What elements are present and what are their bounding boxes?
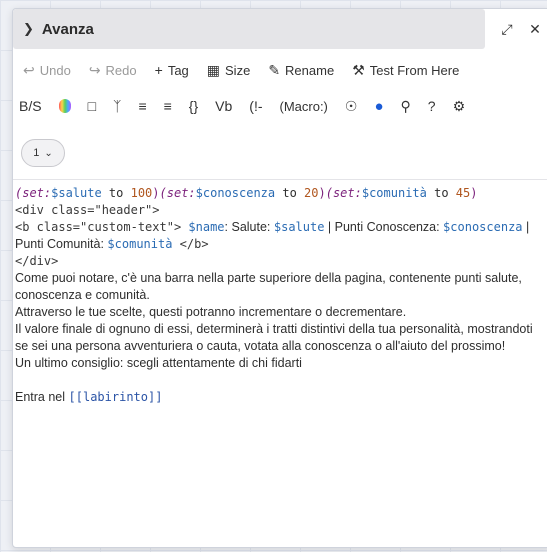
undo-label: Undo [39,62,71,78]
add-tag-button[interactable]: + Tag [155,62,189,78]
level-value: 1 [33,147,40,159]
macro-set: (set: [159,186,196,200]
var-comunita: $comunità [107,237,173,251]
strike-button[interactable]: B/S [19,98,42,114]
enter-prefix: Entra nel [15,390,69,404]
b-open-tag: <b class="custom-text"> [15,220,182,234]
tag-label: Tag [167,62,189,78]
var-conoscenza: $conoscenza [195,186,276,200]
b-close-tag: </b> [172,237,209,251]
tool-icon: ⚒ [352,61,365,78]
rainbow-icon [58,99,71,113]
passage-toolbar: ↩ Undo ↪ Redo + Tag ▦ Size ✎ Rename ⚒ Test Fro… [23,59,477,81]
paragraph-2: Attraverso le tue scelte, questi potrann… [15,305,407,319]
gear-icon[interactable]: ⚙ [453,98,466,115]
macro-set: (set: [15,186,52,200]
paren-close: ) [470,186,478,200]
comunita-label: Punti Comunità: [15,237,108,251]
var-conoscenza: $conoscenza [443,220,523,234]
conoscenza-label: | Punti Conoscenza: [324,220,444,234]
colour-button[interactable] [58,99,71,113]
var-salute: $salute [51,186,102,200]
num-45: 45 [455,186,471,200]
close-icon[interactable]: ✕ [521,21,547,38]
code-line-div-close: </div> [15,254,59,268]
test-label: Test From Here [369,62,460,78]
macro-button[interactable]: (Macro:) [280,99,328,114]
num-100: 100 [130,186,153,200]
passage-text-editor[interactable]: (set:$salute to 100)(set:$conoscenza to … [15,185,545,406]
eye-icon[interactable]: ☉ [345,98,358,115]
brackets-button[interactable]: {} [189,98,198,114]
salute-label: : Salute: [224,220,274,234]
comment-button[interactable]: (!- [249,98,262,114]
var-comunita: $comunità [361,186,427,200]
rename-label: Rename [285,62,335,78]
variable-button[interactable]: Vb [215,98,232,114]
code-line-set: (set:$salute to 100)(set:$conoscenza to … [15,185,545,202]
code-line-bold: <b class="custom-text"> $name: Salute: $… [15,219,545,236]
chevron-down-icon[interactable]: ❯ [23,21,34,37]
harlowe-toolbar: B/S □ ᛉ ≡ ≡ {} Vb (!- (Macro:) ☉ ● ⚲ ? ⚙ [19,95,482,117]
passage-title: Avanza [41,20,94,38]
macro-set: (set: [325,186,362,200]
paragraph-4: Un ultimo consiglio: scegli attentamente… [15,356,302,370]
paragraph-1: Come puoi notare, c'è una barra nella pa… [15,271,522,302]
dialog-titlebar[interactable]: ❯ Avanza [13,9,485,49]
passage-edit-dialog: ❯ Avanza ⤢ ✕ ↩ Undo ↪ Redo + Tag ▦ Size ✎ Ren… [12,8,547,548]
redo-button[interactable]: ↪ Redo [89,62,137,79]
var-salute: $salute [273,220,325,234]
chevron-down-icon: ⌄ [44,147,53,159]
passage-link-labirinto[interactable]: [[labirinto]] [69,390,163,404]
rename-icon: ✎ [268,61,281,78]
plus-icon: + [154,62,163,78]
kw-to: to [101,186,131,200]
undo-button[interactable]: ↩ Undo [23,62,71,79]
code-line-bold-cont: Punti Comunità: $comunità </b> [15,236,545,253]
redo-icon: ↪ [88,61,101,78]
help-button[interactable]: ? [428,98,436,114]
rename-button[interactable]: ✎ Rename [268,62,334,79]
border-button[interactable]: □ [88,98,96,114]
code-line-div-open: <div class="header"> [15,203,160,217]
enter-line: Entra nel [[labirinto]] [15,389,545,406]
window-controls: ⤢ ✕ [493,9,547,49]
size-button[interactable]: ▦ Size [207,62,251,79]
paren-close: ) [152,186,160,200]
redo-label: Redo [105,62,137,78]
paren-close: ) [318,186,326,200]
undo-icon: ↩ [23,61,35,78]
num-20: 20 [304,186,319,200]
list-button[interactable]: ≡ [138,98,146,114]
size-label: Size [225,62,251,78]
kw-to: to [275,186,305,200]
chat-bubble-icon[interactable]: ● [374,98,383,115]
level-select[interactable]: 1 ⌄ [21,139,65,167]
test-from-here-button[interactable]: ⚒ Test From Here [352,62,459,79]
expand-icon[interactable]: ⤢ [493,21,521,38]
size-icon: ▦ [206,61,221,78]
align-button[interactable]: ≡ [164,98,172,114]
search-icon[interactable]: ⚲ [401,98,411,115]
divider [13,179,547,180]
var-name: $name [181,220,225,234]
kw-to: to [426,186,456,200]
pipe-separator: | [522,220,530,234]
paragraph-3: Il valore finale di ognuno di essi, dete… [15,322,533,353]
special-button[interactable]: ᛉ [113,98,121,114]
